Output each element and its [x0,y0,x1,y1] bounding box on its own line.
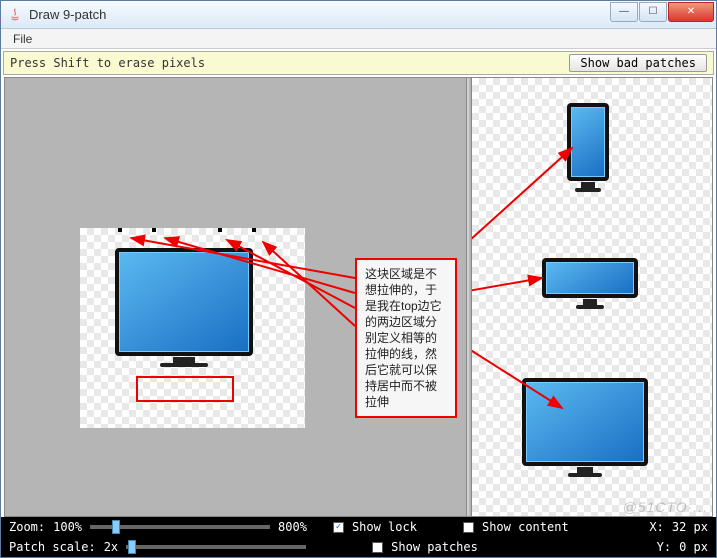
app-window: Draw 9-patch — ☐ ✕ File Press Shift to e… [0,0,717,558]
zoom-right: 800% [278,520,307,534]
patch-scale-thumb[interactable] [128,540,136,554]
x-value: 32 px [672,520,708,534]
minimize-button[interactable]: — [610,2,638,22]
show-patches-checkbox[interactable] [372,542,383,553]
hint-text: Press Shift to erase pixels [10,56,569,70]
menu-file[interactable]: File [7,31,38,47]
nine-patch-canvas[interactable] [80,228,305,428]
editor-monitor-image [115,248,253,367]
workspace: 这块区域是不想拉伸的，于是我在top边它的两边区域分别定义相等的拉伸的线，然后它… [4,77,713,517]
y-value: 0 px [679,540,708,554]
x-label: X: [649,520,663,534]
titlebar[interactable]: Draw 9-patch — ☐ ✕ [1,1,716,29]
annotation-callout: 这块区域是不想拉伸的，于是我在top边它的两边区域分别定义相等的拉伸的线，然后它… [355,258,457,418]
highlight-stand-region [136,376,234,402]
window-title: Draw 9-patch [29,7,609,22]
zoom-left: 100% [53,520,82,534]
show-bad-patches-button[interactable]: Show bad patches [569,54,707,72]
menubar: File [1,29,716,49]
show-content-checkbox[interactable] [463,522,474,533]
preview-pane[interactable] [472,78,712,516]
toolbar: Press Shift to erase pixels Show bad pat… [3,51,714,75]
status-bar: Zoom: 100% 800% ✓ Show lock Show content… [1,517,716,557]
zoom-slider[interactable] [90,525,270,529]
patch-scale-value: 2x [104,540,118,554]
preview-wide [542,258,638,309]
zoom-slider-thumb[interactable] [112,520,120,534]
patch-scale-label: Patch scale: [9,540,96,554]
annotation-text: 这块区域是不想拉伸的，于是我在top边它的两边区域分别定义相等的拉伸的线，然后它… [365,267,442,409]
show-patches-label: Show patches [391,540,478,554]
preview-portrait [567,103,609,192]
editor-pane[interactable]: 这块区域是不想拉伸的，于是我在top边它的两边区域分别定义相等的拉伸的线，然后它… [5,78,466,516]
zoom-label: Zoom: [9,520,45,534]
top-marker-1[interactable] [118,228,122,232]
top-marker-3[interactable] [218,228,222,232]
show-lock-label: Show lock [352,520,417,534]
y-label: Y: [657,540,671,554]
patch-scale-slider[interactable] [126,545,306,549]
close-button[interactable]: ✕ [668,2,714,22]
java-icon [7,7,23,23]
window-buttons: — ☐ ✕ [609,2,714,22]
show-lock-checkbox[interactable]: ✓ [333,522,344,533]
show-content-label: Show content [482,520,569,534]
watermark: @51CTO·... [623,499,708,515]
preview-large [522,378,648,477]
maximize-button[interactable]: ☐ [639,2,667,22]
top-marker-4[interactable] [252,228,256,232]
top-marker-2[interactable] [152,228,156,232]
